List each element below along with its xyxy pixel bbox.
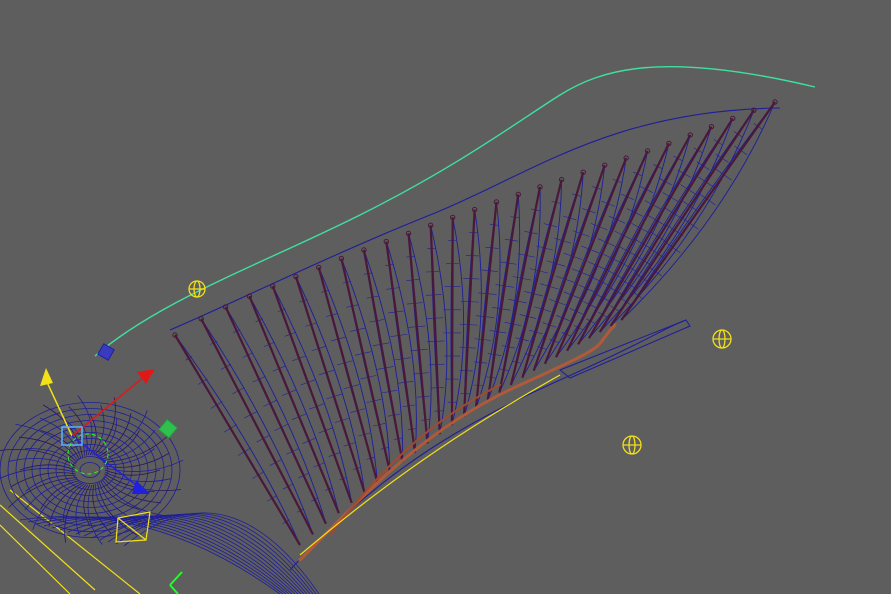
feather[interactable] (559, 319, 691, 379)
control-handle-icon[interactable] (97, 343, 115, 361)
feather[interactable] (588, 123, 715, 339)
mesh-ring (31, 426, 149, 514)
3d-viewport[interactable] (0, 0, 891, 594)
mesh-ring (15, 414, 165, 526)
pivot-icon[interactable] (169, 571, 183, 594)
feather[interactable] (443, 214, 465, 426)
locator-icon[interactable] (622, 435, 642, 455)
control-handle-icon[interactable] (158, 418, 178, 439)
feather[interactable] (521, 169, 586, 378)
locator-icon[interactable] (712, 329, 732, 349)
mesh-edge (123, 512, 320, 594)
locator-icon[interactable] (188, 280, 206, 298)
mesh-ring (71, 456, 109, 484)
mesh-ring (39, 432, 141, 508)
motion-path-curve[interactable] (94, 65, 816, 357)
wing-bone-chain[interactable] (298, 323, 617, 562)
mesh-ring (79, 462, 101, 478)
feather[interactable] (425, 222, 448, 435)
wing-feathers[interactable] (172, 99, 778, 546)
feather[interactable] (361, 247, 404, 463)
mesh-edge (27, 516, 284, 594)
feather[interactable] (222, 304, 327, 525)
viewport-scene[interactable] (0, 0, 891, 594)
mesh-edge (104, 469, 161, 476)
feather[interactable] (620, 99, 778, 321)
mesh-edge (19, 464, 76, 471)
feather[interactable] (270, 283, 353, 504)
